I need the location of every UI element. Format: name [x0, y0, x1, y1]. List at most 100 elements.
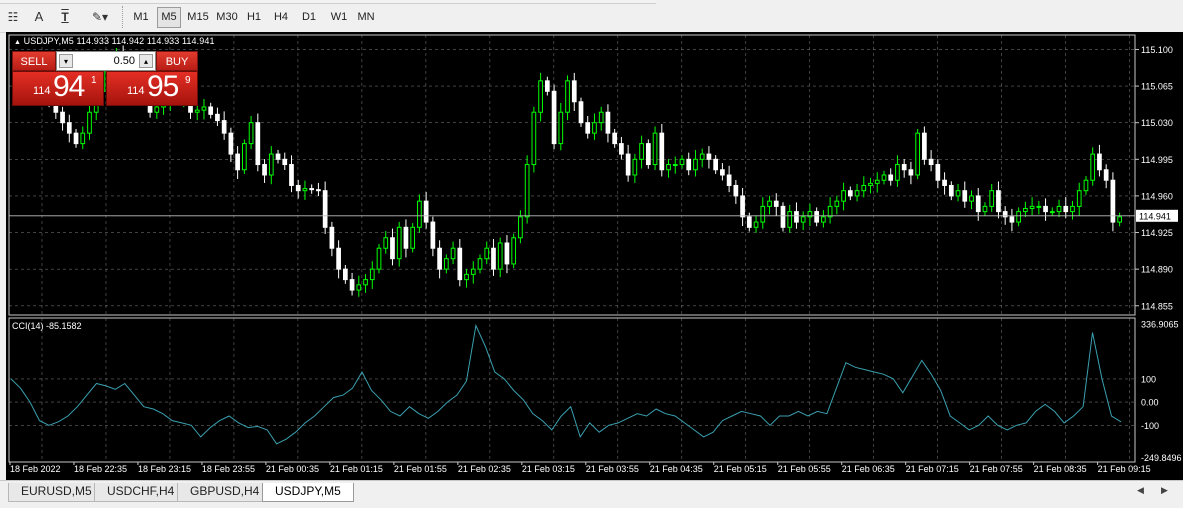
cci-series-line	[10, 323, 1122, 445]
candle-body	[632, 158, 638, 176]
tab-gbpusd-h4[interactable]: GBPUSD,H4	[177, 483, 273, 502]
cci-tick-label: 100	[1141, 374, 1156, 384]
candle-body	[336, 247, 341, 270]
candle-body	[504, 242, 510, 265]
candle-body	[396, 226, 402, 260]
candle-body	[922, 132, 927, 160]
timeframe-d1-button[interactable]: D1	[298, 7, 320, 28]
candle-body	[861, 184, 867, 192]
time-tick-label: 21 Feb 07:15	[906, 464, 959, 474]
timeframe-h4-button[interactable]: H4	[270, 7, 292, 28]
tab-scroll: ◀ ▶	[1137, 485, 1171, 499]
candle-body	[356, 284, 362, 291]
candle-body	[1056, 205, 1062, 213]
candle-body	[316, 189, 321, 192]
candle-body	[800, 216, 806, 223]
tab-eurusd-m5[interactable]: EURUSD,M5	[8, 483, 105, 502]
candle-body	[390, 237, 395, 260]
cci-pane-border	[8, 317, 1136, 463]
time-tick-label: 21 Feb 05:15	[714, 464, 767, 474]
candle-body	[349, 279, 355, 291]
one-click-trading-panel: SELL ▾ 0.50 ▴ BUY 114 94 1 114 95 9	[12, 51, 198, 106]
candle-body	[585, 122, 591, 134]
candle-body	[302, 188, 308, 192]
price-tick-label: 115.100	[1141, 45, 1173, 55]
candle-body	[309, 188, 315, 191]
time-tick-label: 18 Feb 23:55	[202, 464, 255, 474]
candle-body	[1076, 190, 1082, 207]
price-tick-label: 114.855	[1141, 301, 1173, 311]
tab-usdjpy-m5[interactable]: USDJPY,M5	[262, 483, 354, 502]
timeframe-h1-button[interactable]: H1	[243, 7, 265, 28]
candle-body	[699, 153, 705, 160]
candle-body	[989, 190, 995, 207]
symbol-ohlc-text: USDJPY,M5 114.933 114.942 114.933 114.94…	[23, 36, 215, 46]
collapse-marker-icon[interactable]: ▲	[14, 39, 21, 46]
price-tick-label: 114.960	[1141, 191, 1173, 201]
candle-body	[491, 247, 496, 270]
sell-quote[interactable]: 114 94 1	[12, 70, 104, 106]
candle-body	[215, 113, 220, 122]
timeframe-m5-button[interactable]: M5	[157, 7, 181, 28]
candle-body	[430, 221, 436, 249]
tab-usdchf-h4[interactable]: USDCHF,H4	[94, 483, 188, 502]
buy-button[interactable]: BUY	[156, 51, 198, 71]
candle-body	[255, 122, 261, 166]
candle-body	[908, 169, 914, 176]
timeframe-m1-button[interactable]: M1	[129, 7, 153, 28]
candle-body	[982, 205, 988, 213]
text-label-icon[interactable]: T	[56, 7, 74, 28]
time-tick-label: 21 Feb 02:35	[458, 464, 511, 474]
candle-body	[342, 268, 348, 281]
candle-body	[996, 190, 1001, 213]
chart-symbol-info: ▲ USDJPY,M5 114.933 114.942 114.933 114.…	[14, 36, 215, 46]
text-tool-icon[interactable]: A	[30, 7, 48, 28]
candle-body	[975, 195, 981, 213]
scroll-left-icon[interactable]: ◀	[1137, 485, 1144, 496]
timeframe-w1-button[interactable]: W1	[327, 7, 351, 28]
lot-decrease-icon[interactable]: ▾	[59, 54, 73, 68]
candle-body	[1029, 205, 1035, 209]
candle-body	[322, 190, 328, 228]
scroll-right-icon[interactable]: ▶	[1161, 485, 1168, 496]
candle-body	[794, 211, 799, 223]
candle-body	[66, 122, 72, 134]
shapes-menu-icon[interactable]: ✎▾	[86, 7, 114, 28]
timeframe-mn-button[interactable]: MN	[354, 7, 378, 28]
candle-body	[497, 242, 503, 270]
candle-body	[275, 153, 281, 160]
timeframe-m15-button[interactable]: M15	[184, 7, 212, 28]
candle-body	[935, 164, 941, 181]
bar-chart-icon[interactable]: ☷	[4, 7, 22, 28]
candle-body	[592, 122, 597, 134]
lot-size-value[interactable]: 0.50	[114, 52, 135, 70]
price-tick-label: 114.995	[1141, 155, 1173, 165]
candle-body	[289, 164, 294, 186]
candle-body	[834, 200, 840, 207]
cci-tick-label: -100	[1141, 421, 1159, 431]
candle-body	[652, 132, 658, 166]
timeframe-m30-button[interactable]: M30	[213, 7, 241, 28]
lot-increase-icon[interactable]: ▴	[139, 54, 153, 68]
candle-body	[666, 164, 671, 171]
candle-body	[60, 111, 65, 124]
candle-body	[383, 237, 389, 249]
candle-body	[639, 143, 644, 160]
sell-button[interactable]: SELL	[12, 51, 56, 71]
lot-size-field[interactable]: ▾ 0.50 ▴	[56, 51, 156, 71]
chart-window[interactable]: 115.100 115.065 115.030 114.995 114.960 114.9…	[6, 32, 1183, 480]
candle-body	[221, 120, 227, 134]
candle-body	[329, 226, 335, 249]
candle-body	[841, 190, 846, 202]
buy-quote[interactable]: 114 95 9	[106, 70, 198, 106]
candle-body	[242, 143, 247, 171]
sell-quote-pips: 94	[53, 70, 85, 103]
candle-body	[814, 211, 820, 223]
candle-body	[228, 132, 234, 155]
time-tick-label: 18 Feb 2022	[10, 464, 61, 474]
time-tick-label: 21 Feb 07:55	[970, 464, 1023, 474]
candle-body	[706, 153, 712, 160]
candle-body	[753, 221, 759, 228]
buy-quote-pips: 95	[147, 70, 179, 103]
candle-body	[679, 158, 685, 166]
